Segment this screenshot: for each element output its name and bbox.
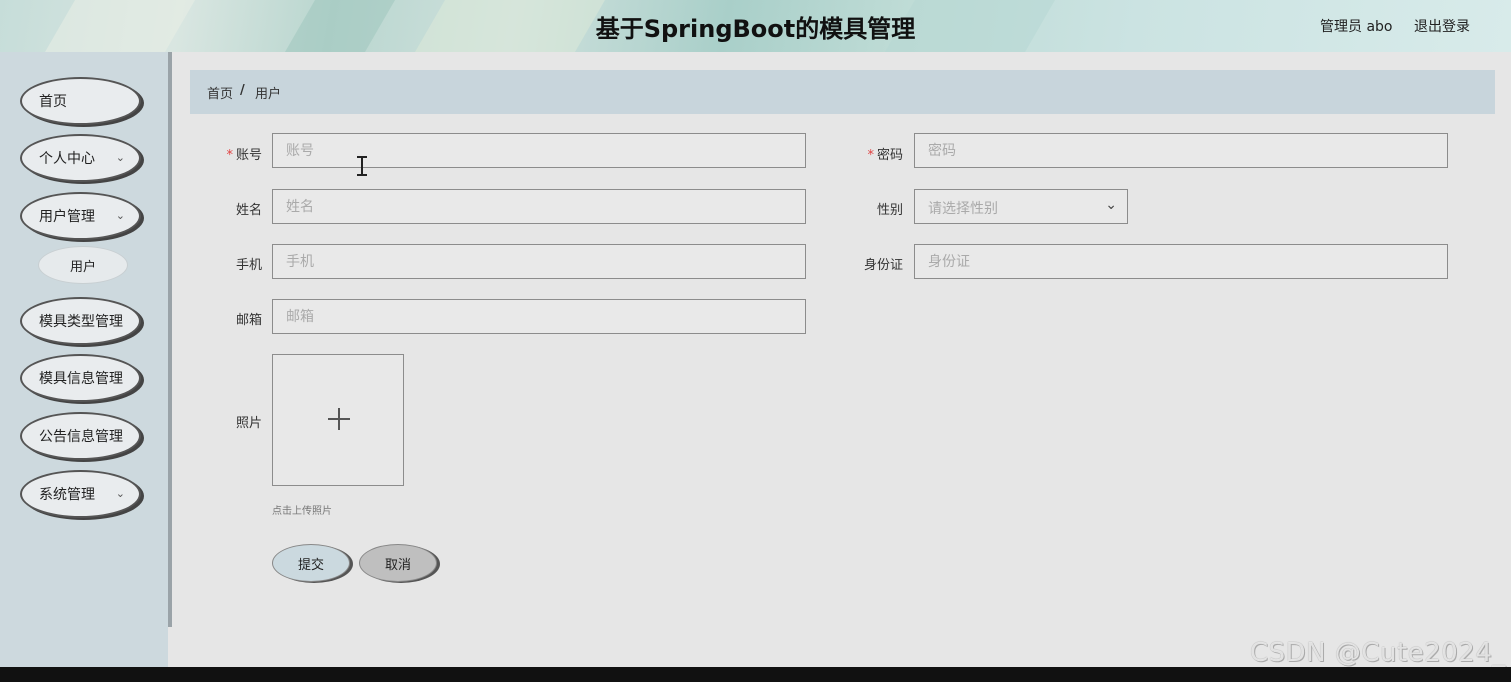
email-input[interactable] xyxy=(272,299,806,334)
submit-button[interactable]: 提交 xyxy=(272,544,350,582)
email-label: 邮箱 xyxy=(235,313,262,328)
sidebar-item-notice-management[interactable]: 公告信息管理 xyxy=(20,412,141,460)
watermark: CSDN @Cute2024_ xyxy=(1250,638,1506,667)
site-title: 基于SpringBoot的模具管理 xyxy=(595,15,916,43)
photo-upload-box[interactable] xyxy=(272,354,404,486)
sidebar-item-label: 首页 xyxy=(39,94,67,110)
sidebar-item-mold-type-management[interactable]: 模具类型管理 xyxy=(20,297,141,345)
sidebar-item-label: 模具类型管理 xyxy=(39,314,123,330)
account-input[interactable] xyxy=(272,133,806,168)
sidebar-subitem-label: 用户 xyxy=(69,259,96,275)
app-window: 基于SpringBoot的模具管理 管理员 abo 退出登录 首页 个人中心 ⌄… xyxy=(0,0,1511,667)
sidebar-item-mold-info-management[interactable]: 模具信息管理 xyxy=(20,354,141,402)
breadcrumb-home[interactable]: 首页 xyxy=(207,83,233,102)
id-card-label: 身份证 xyxy=(863,258,903,273)
top-header: 基于SpringBoot的模具管理 管理员 abo 退出登录 xyxy=(0,0,1511,52)
gender-label: 性别 xyxy=(876,203,903,218)
account-label: * 账号 xyxy=(226,148,262,163)
cancel-button[interactable]: 取消 xyxy=(359,544,437,582)
required-mark: * xyxy=(867,148,874,163)
bottom-black-bar xyxy=(0,667,1511,682)
sidebar-item-label: 用户管理 xyxy=(39,209,95,225)
plus-icon xyxy=(328,408,350,430)
admin-user-label: 管理员 abo xyxy=(1320,19,1393,35)
chevron-down-icon: ⌄ xyxy=(1105,197,1117,213)
phone-input[interactable] xyxy=(272,244,806,279)
text-cursor-icon xyxy=(357,156,367,176)
chevron-down-icon: ⌄ xyxy=(115,209,125,222)
password-label: * 密码 xyxy=(867,148,903,163)
photo-label: 照片 xyxy=(235,416,262,431)
chevron-down-icon: ⌄ xyxy=(115,487,125,500)
breadcrumb: 首页 / 用户 xyxy=(190,70,1495,114)
upload-hint: 点击上传照片 xyxy=(272,506,332,517)
phone-label: 手机 xyxy=(235,258,262,273)
logout-button[interactable]: 退出登录 xyxy=(1414,16,1470,36)
sidebar-item-personal-center[interactable]: 个人中心 ⌄ xyxy=(20,134,141,182)
gender-select-placeholder: 请选择性别 xyxy=(928,201,998,217)
required-mark: * xyxy=(226,148,233,163)
sidebar-item-home[interactable]: 首页 xyxy=(20,77,141,125)
id-card-input[interactable] xyxy=(914,244,1448,279)
gender-select[interactable]: 请选择性别 ⌄ xyxy=(914,189,1128,224)
chevron-down-icon: ⌄ xyxy=(115,151,125,164)
sidebar-subitem-user[interactable]: 用户 xyxy=(38,246,128,284)
name-label: 姓名 xyxy=(235,203,262,218)
sidebar-item-label: 系统管理 xyxy=(39,487,95,503)
sidebar-scrollbar[interactable] xyxy=(168,52,172,627)
sidebar-item-user-management[interactable]: 用户管理 ⌄ xyxy=(20,192,141,240)
sidebar-item-label: 公告信息管理 xyxy=(39,429,123,445)
breadcrumb-separator: / xyxy=(240,83,245,98)
sidebar-item-label: 模具信息管理 xyxy=(39,371,123,387)
sidebar-item-label: 个人中心 xyxy=(39,151,95,167)
password-input[interactable] xyxy=(914,133,1448,168)
sidebar-item-system-management[interactable]: 系统管理 ⌄ xyxy=(20,470,141,518)
name-input[interactable] xyxy=(272,189,806,224)
breadcrumb-current: 用户 xyxy=(255,87,282,102)
